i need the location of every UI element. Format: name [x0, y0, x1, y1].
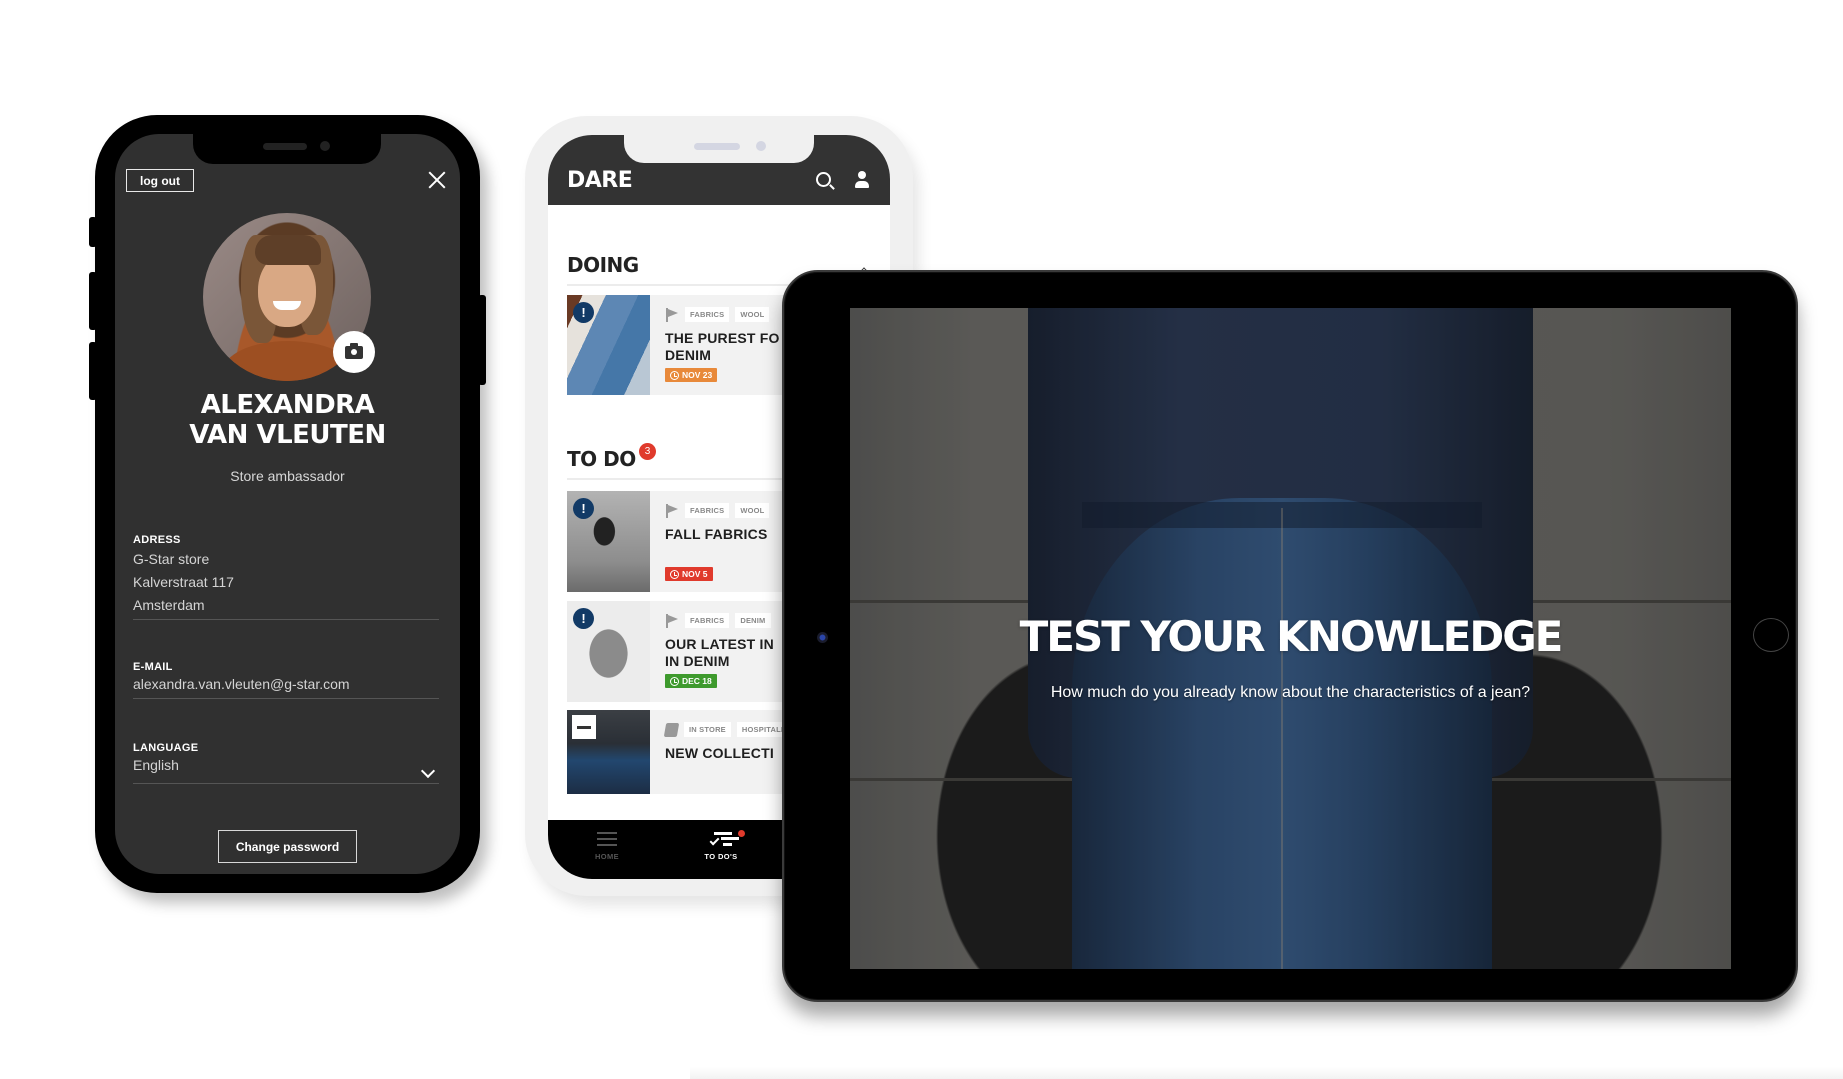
- volume-up-button: [89, 272, 97, 330]
- profile-name-last: VAN VLEUTEN: [189, 420, 386, 450]
- profile-role: Store ambassador: [230, 468, 345, 484]
- change-photo-button[interactable]: [333, 331, 375, 373]
- due-date: NOV 5: [682, 569, 708, 579]
- app-logo[interactable]: DARE: [567, 168, 633, 193]
- speaker-icon: [263, 143, 307, 150]
- task-tags: IN STORE HOSPITALIT: [663, 722, 793, 737]
- power-button: [478, 295, 486, 385]
- task-tags: FABRICS WOOL: [665, 503, 770, 518]
- tab-home[interactable]: HOME: [562, 832, 652, 861]
- alert-icon: !: [573, 608, 594, 629]
- language-select[interactable]: LANGUAGE English: [133, 742, 439, 784]
- address-line: Kalverstraat 117: [133, 574, 234, 590]
- todo-count-badge: 3: [639, 443, 656, 460]
- checklist-icon: [709, 832, 732, 846]
- due-date: DEC 18: [682, 676, 712, 686]
- mute-switch: [89, 217, 97, 247]
- email-value: alexandra.van.vleuten@g-star.com: [133, 676, 350, 692]
- address-line: G-Star store: [133, 551, 210, 567]
- camera-icon: [345, 342, 363, 359]
- alert-icon: !: [573, 498, 594, 519]
- language-label: LANGUAGE: [133, 742, 199, 754]
- front-camera-icon: [756, 141, 766, 151]
- front-camera-icon: [320, 141, 330, 151]
- tag: FABRICS: [685, 613, 730, 628]
- minus-icon: [572, 715, 596, 739]
- search-icon[interactable]: [816, 172, 831, 187]
- profile-name: ALEXANDRA VAN VLEUTEN: [115, 390, 460, 450]
- flag-icon: [665, 307, 679, 322]
- clock-icon: [670, 676, 679, 686]
- phone-notch: [624, 135, 814, 163]
- task-thumbnail: !: [567, 601, 650, 702]
- ground-shadow: [690, 1067, 1843, 1079]
- email-field[interactable]: E-MAIL alexandra.van.vleuten@g-star.com: [133, 661, 439, 699]
- clock-icon: [670, 370, 679, 380]
- task-tags: FABRICS DENIM: [665, 613, 771, 628]
- section-title-doing: DOING: [567, 253, 639, 277]
- tablet-frame: TEST YOUR KNOWLEDGE How much do you alre…: [782, 270, 1798, 1002]
- tag: FABRICS: [685, 307, 730, 322]
- address-line: Amsterdam: [133, 597, 205, 613]
- tag: WOOL: [735, 307, 770, 322]
- hero-title: TEST YOUR KNOWLEDGE: [1019, 612, 1564, 661]
- tab-todos-label: TO DO'S: [704, 852, 738, 861]
- flag-icon: [665, 503, 679, 518]
- speaker-icon: [694, 143, 740, 150]
- book-icon: [663, 722, 680, 737]
- user-icon[interactable]: [855, 171, 869, 189]
- home-button[interactable]: [1753, 618, 1789, 652]
- task-tags: FABRICS WOOL: [665, 307, 770, 322]
- tab-todos[interactable]: TO DO'S: [676, 832, 766, 861]
- logout-button[interactable]: log out: [126, 169, 194, 192]
- due-date-badge: DEC 18: [665, 674, 717, 688]
- flag-icon: [665, 613, 679, 628]
- close-icon[interactable]: [427, 170, 447, 190]
- due-date: NOV 23: [682, 370, 713, 380]
- clock-icon: [670, 569, 679, 579]
- alert-icon: !: [573, 302, 594, 323]
- task-thumbnail: [567, 710, 650, 794]
- phone-notch: [193, 134, 381, 164]
- volume-down-button: [89, 342, 97, 400]
- task-thumbnail: !: [567, 295, 650, 395]
- quiz-hero-screen[interactable]: TEST YOUR KNOWLEDGE How much do you alre…: [850, 308, 1731, 969]
- address-label: ADRESS: [133, 534, 181, 546]
- task-thumbnail: !: [567, 491, 650, 592]
- tab-home-label: HOME: [594, 852, 620, 861]
- address-field: ADRESS G-Star store Kalverstraat 117 Ams…: [133, 534, 439, 620]
- section-title-todo: TO DO: [567, 447, 636, 471]
- due-date-badge: NOV 23: [665, 368, 718, 382]
- front-camera-icon: [817, 632, 828, 643]
- tag: DENIM: [735, 613, 771, 628]
- tag: IN STORE: [684, 722, 731, 737]
- hero-subtitle: How much do you already know about the c…: [1050, 684, 1531, 701]
- due-date-badge: NOV 5: [665, 567, 713, 581]
- language-value: English: [133, 757, 179, 773]
- tag: WOOL: [735, 503, 770, 518]
- menu-icon: [597, 832, 617, 846]
- profile-screen: log out ALEXANDRA VAN VLEUTEN Store amba…: [115, 134, 460, 874]
- profile-phone-frame: log out ALEXANDRA VAN VLEUTEN Store amba…: [89, 115, 486, 893]
- email-label: E-MAIL: [133, 661, 173, 673]
- change-password-button[interactable]: Change password: [218, 830, 357, 863]
- tag: FABRICS: [685, 503, 730, 518]
- profile-name-first: ALEXANDRA: [200, 390, 375, 420]
- notification-dot: [738, 830, 745, 837]
